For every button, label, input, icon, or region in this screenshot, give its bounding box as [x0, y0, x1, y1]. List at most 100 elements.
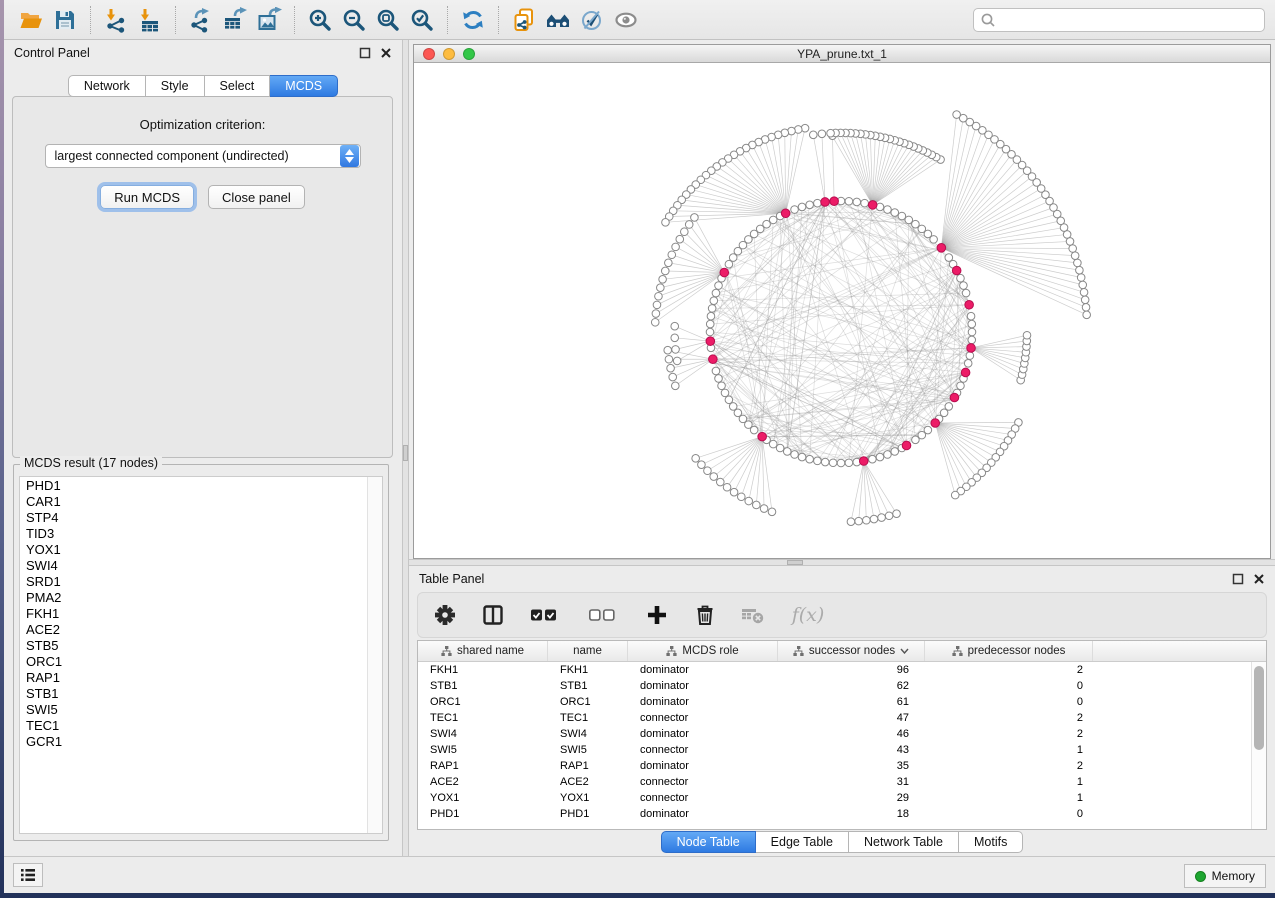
close-window-icon[interactable]: [423, 48, 435, 60]
table-row[interactable]: ORC1ORC1dominator610: [418, 694, 1251, 710]
tab-motifs[interactable]: Motifs: [959, 831, 1023, 853]
run-mcds-button[interactable]: Run MCDS: [100, 185, 194, 209]
network-canvas[interactable]: [414, 64, 1270, 558]
table-cell: connector: [628, 776, 778, 788]
table-row[interactable]: TEC1TEC1connector472: [418, 710, 1251, 726]
column-header-predecessor-nodes[interactable]: predecessor nodes: [925, 641, 1093, 661]
table-cell: 61: [778, 696, 925, 708]
vertical-splitter[interactable]: [402, 40, 409, 856]
delete-column-button[interactable]: [692, 602, 718, 628]
mcds-result-item[interactable]: RAP1: [20, 670, 367, 686]
tab-edge-table[interactable]: Edge Table: [756, 831, 849, 853]
dropdown-stepper-icon: [340, 145, 359, 167]
export-image-button[interactable]: [252, 4, 286, 36]
mcds-result-item[interactable]: STP4: [20, 510, 367, 526]
maximize-window-icon[interactable]: [463, 48, 475, 60]
table-cell: 31: [778, 776, 925, 788]
task-history-button[interactable]: [13, 863, 43, 887]
table-panel-title: Table Panel: [419, 572, 484, 586]
table-scrollbar[interactable]: [1251, 662, 1266, 829]
mcds-result-item[interactable]: PMA2: [20, 590, 367, 606]
search-icon: [980, 12, 996, 28]
tab-network-table[interactable]: Network Table: [849, 831, 959, 853]
search-network-button[interactable]: [541, 4, 575, 36]
refresh-icon: [460, 7, 486, 33]
network-window-titlebar[interactable]: YPA_prune.txt_1: [414, 45, 1270, 63]
search-input[interactable]: [996, 13, 1258, 27]
float-panel-icon[interactable]: [1232, 573, 1244, 585]
optimization-criterion-select[interactable]: largest connected component (undirected): [45, 144, 361, 168]
show-columns-button[interactable]: [480, 602, 506, 628]
export-network-button[interactable]: [184, 4, 218, 36]
network-graph[interactable]: [414, 64, 1270, 558]
open-file-button[interactable]: [14, 4, 48, 36]
tab-network[interactable]: Network: [68, 75, 146, 97]
zoom-fit-button[interactable]: [371, 4, 405, 36]
mcds-result-item[interactable]: SRD1: [20, 574, 367, 590]
mcds-result-item[interactable]: ACE2: [20, 622, 367, 638]
mcds-list-scrollbar[interactable]: [367, 477, 382, 833]
close-panel-icon[interactable]: [1253, 573, 1265, 585]
zoom-out-button[interactable]: [337, 4, 371, 36]
splitter-grip[interactable]: [403, 445, 408, 461]
tab-mcds[interactable]: MCDS: [270, 75, 338, 97]
mcds-result-item[interactable]: ORC1: [20, 654, 367, 670]
table-row[interactable]: YOX1YOX1connector291: [418, 790, 1251, 806]
save-session-button[interactable]: [48, 4, 82, 36]
network-window-title: YPA_prune.txt_1: [797, 47, 887, 61]
zoom-selected-button[interactable]: [405, 4, 439, 36]
table-row[interactable]: FKH1FKH1dominator962: [418, 662, 1251, 678]
column-header-shared-name[interactable]: shared name: [418, 641, 548, 661]
table-row[interactable]: SWI4SWI4dominator462: [418, 726, 1251, 742]
column-header-MCDS-role[interactable]: MCDS role: [628, 641, 778, 661]
mcds-result-item[interactable]: TEC1: [20, 718, 367, 734]
column-header-name[interactable]: name: [548, 641, 628, 661]
table-row[interactable]: RAP1RAP1dominator352: [418, 758, 1251, 774]
minimize-window-icon[interactable]: [443, 48, 455, 60]
zoom-in-button[interactable]: [303, 4, 337, 36]
table-cell: 0: [925, 696, 1093, 708]
destroy-table-button[interactable]: [740, 602, 766, 628]
apply-layout-button[interactable]: [456, 4, 490, 36]
mcds-result-item[interactable]: SWI5: [20, 702, 367, 718]
deselect-all-button[interactable]: [586, 602, 622, 628]
memory-button[interactable]: Memory: [1184, 864, 1266, 888]
mcds-result-item[interactable]: CAR1: [20, 494, 367, 510]
table-row[interactable]: STB1STB1dominator620: [418, 678, 1251, 694]
tab-node-table[interactable]: Node Table: [661, 831, 756, 853]
table-row[interactable]: PHD1PHD1dominator180: [418, 806, 1251, 822]
mcds-result-item[interactable]: GCR1: [20, 734, 367, 750]
table-cell: RAP1: [548, 760, 628, 772]
table-cell: dominator: [628, 728, 778, 740]
mcds-result-item[interactable]: STB5: [20, 638, 367, 654]
splitter-grip[interactable]: [787, 560, 803, 565]
select-all-button[interactable]: [528, 602, 564, 628]
tab-select[interactable]: Select: [205, 75, 271, 97]
mcds-result-item[interactable]: PHD1: [20, 478, 367, 494]
scrollbar-thumb[interactable]: [1254, 666, 1264, 750]
export-table-button[interactable]: [218, 4, 252, 36]
mcds-result-item[interactable]: YOX1: [20, 542, 367, 558]
search-box[interactable]: [973, 8, 1265, 32]
function-builder-button[interactable]: f(x): [788, 602, 828, 628]
mcds-result-item[interactable]: FKH1: [20, 606, 367, 622]
show-graphics-button[interactable]: [609, 4, 643, 36]
tab-style[interactable]: Style: [146, 75, 205, 97]
mcds-result-item[interactable]: STB1: [20, 686, 367, 702]
import-network-button[interactable]: [99, 4, 133, 36]
close-panel-icon[interactable]: [380, 47, 392, 59]
float-panel-icon[interactable]: [359, 47, 371, 59]
open-folder-icon: [18, 7, 44, 33]
import-table-button[interactable]: [133, 4, 167, 36]
clone-network-button[interactable]: [507, 4, 541, 36]
table-row[interactable]: ACE2ACE2connector311: [418, 774, 1251, 790]
mcds-result-item[interactable]: TID3: [20, 526, 367, 542]
table-row[interactable]: SWI5SWI5connector431: [418, 742, 1251, 758]
table-settings-button[interactable]: [432, 602, 458, 628]
horizontal-splitter[interactable]: [409, 559, 1275, 566]
mcds-result-item[interactable]: SWI4: [20, 558, 367, 574]
close-panel-button[interactable]: Close panel: [208, 185, 305, 209]
hide-annotations-button[interactable]: [575, 4, 609, 36]
add-column-button[interactable]: [644, 602, 670, 628]
column-header-successor-nodes[interactable]: successor nodes: [778, 641, 925, 661]
